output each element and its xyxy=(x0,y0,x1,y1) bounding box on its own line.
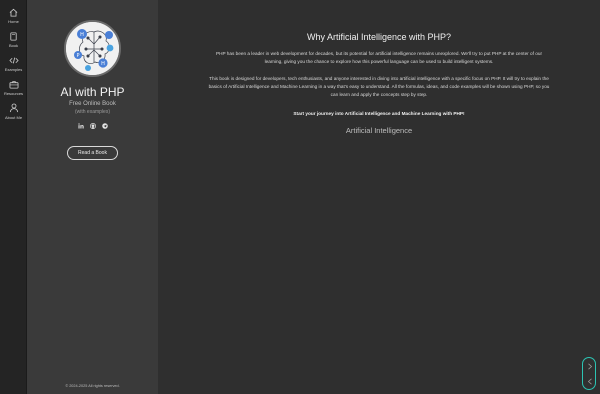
prev-page-button[interactable] xyxy=(586,377,594,385)
home-icon xyxy=(9,8,18,17)
chevron-right-icon xyxy=(588,363,593,369)
book-subtitle: Free Online Book xyxy=(69,101,116,107)
nav-about-me[interactable]: About Me xyxy=(0,103,27,120)
book-icon xyxy=(10,32,17,41)
nav-examples-label: Examples xyxy=(4,67,23,72)
topic-link[interactable]: Artificial Intelligence xyxy=(158,126,600,135)
ai-brain-logo-icon: H H P xyxy=(66,22,119,75)
book-title: AI with PHP xyxy=(60,85,125,99)
intro-paragraph: PHP has been a leader in web development… xyxy=(215,51,543,64)
telegram-link[interactable] xyxy=(101,122,108,129)
copyright-text: © 2024-2025 All rights reserved. xyxy=(65,384,120,388)
social-links xyxy=(27,122,158,129)
nav-home[interactable]: Home xyxy=(0,8,27,24)
next-page-button[interactable] xyxy=(586,362,594,370)
svg-text:P: P xyxy=(76,53,79,59)
linkedin-link[interactable] xyxy=(77,122,84,129)
nav-home-label: Home xyxy=(8,19,19,24)
svg-text:H: H xyxy=(80,32,84,38)
main-content: Why Artificial Intelligence with PHP? PH… xyxy=(158,0,600,394)
linkedin-icon xyxy=(77,122,84,129)
user-icon xyxy=(9,103,18,113)
nav-resources[interactable]: Resources xyxy=(0,80,27,96)
icon-sidebar: Home Book Examples Resources About Me xyxy=(0,0,27,394)
nav-resources-label: Resources xyxy=(3,91,24,96)
github-icon xyxy=(89,122,96,129)
telegram-icon xyxy=(101,122,108,129)
profile-panel: H H P AI with PHP Free Online Book (with e… xyxy=(27,0,158,394)
book-logo: H H P xyxy=(64,20,121,77)
page-nav-pill xyxy=(582,357,596,390)
book-note: (with examples) xyxy=(74,109,110,115)
github-link[interactable] xyxy=(89,122,96,129)
nav-about-me-label: About Me xyxy=(4,115,23,120)
page-heading: Why Artificial Intelligence with PHP? xyxy=(306,32,452,42)
nav-examples[interactable]: Examples xyxy=(0,56,27,72)
chevron-left-icon xyxy=(587,378,592,384)
code-icon xyxy=(8,57,19,64)
svg-text:H: H xyxy=(101,61,105,67)
audience-paragraph: This book is designed for developers, te… xyxy=(208,76,550,97)
call-to-action-text: Start your journey into Artificial Intel… xyxy=(293,111,465,116)
nav-book-label: Book xyxy=(8,43,19,48)
read-book-button[interactable]: Read a Book xyxy=(67,146,118,160)
nav-book[interactable]: Book xyxy=(0,32,27,48)
resources-icon xyxy=(9,81,18,89)
